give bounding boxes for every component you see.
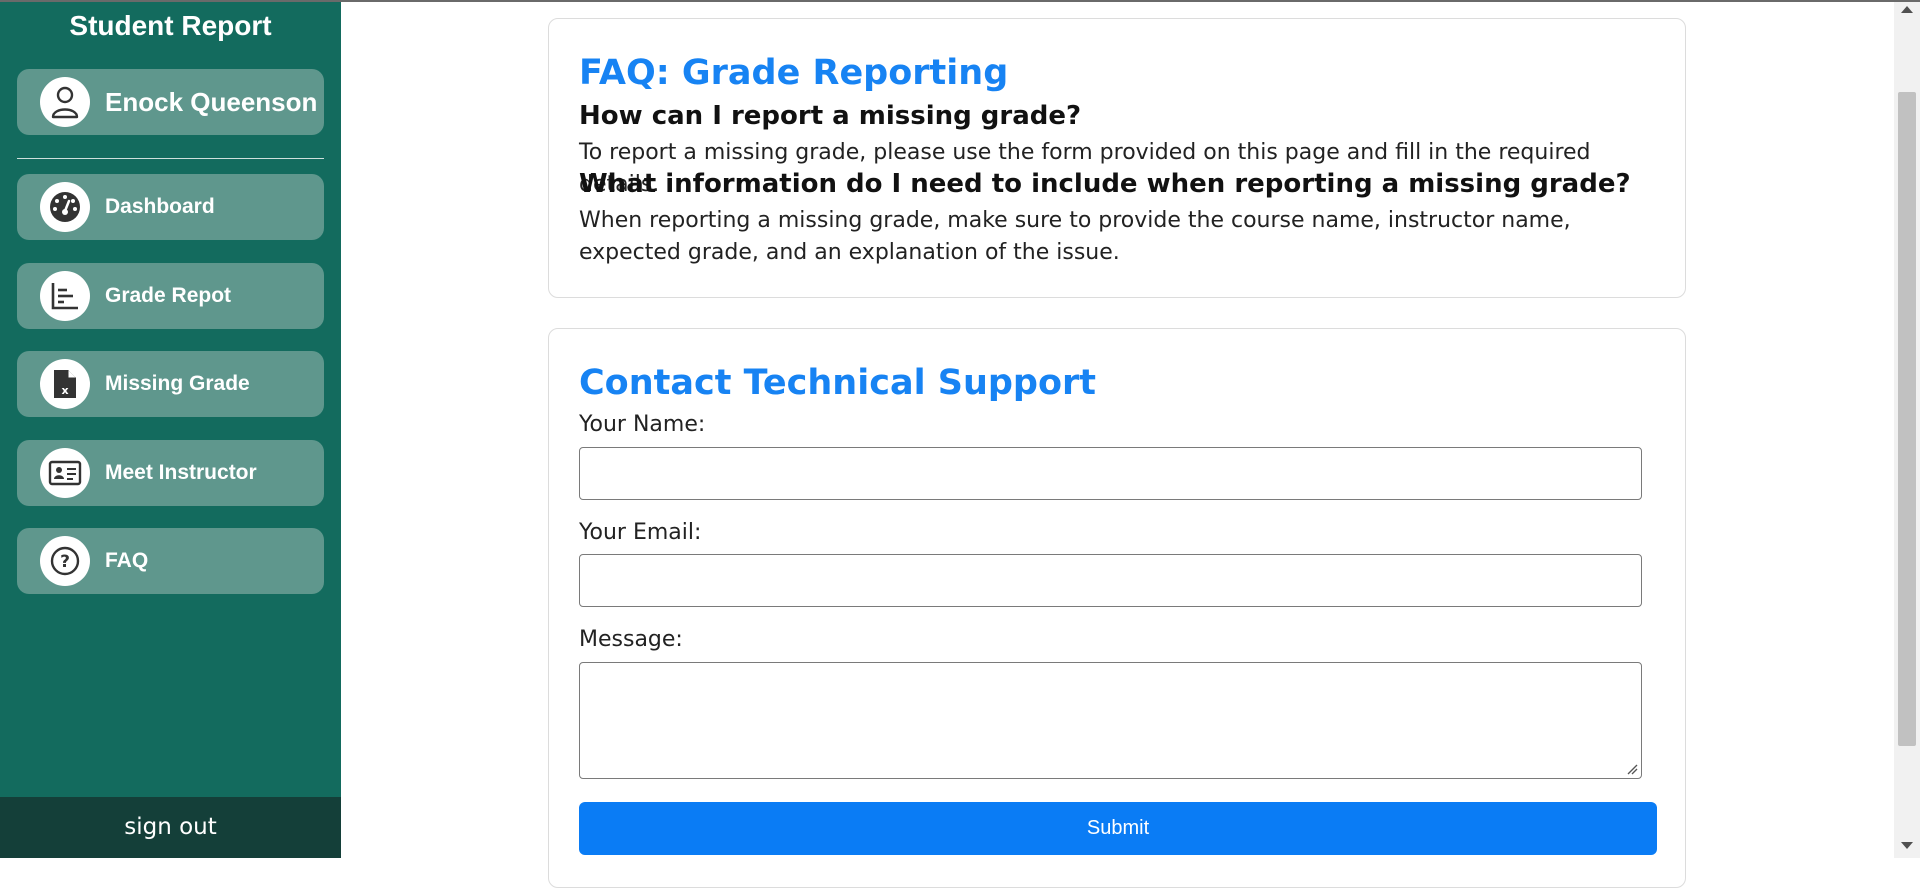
scrollbar-thumb[interactable] bbox=[1898, 92, 1916, 746]
sidebar-item-label: Missing Grade bbox=[105, 372, 250, 395]
svg-text:?: ? bbox=[60, 552, 70, 572]
window-top-border bbox=[0, 0, 1920, 2]
sidebar-item-meet-instructor[interactable]: Meet Instructor bbox=[17, 440, 324, 506]
sidebar-item-missing-grade[interactable]: x Missing Grade bbox=[17, 351, 324, 417]
name-field[interactable] bbox=[579, 447, 1642, 500]
message-textarea[interactable] bbox=[579, 662, 1642, 779]
support-title: Contact Technical Support bbox=[579, 363, 1097, 403]
scroll-down-arrow-icon[interactable] bbox=[1901, 842, 1913, 849]
submit-button[interactable]: Submit bbox=[579, 802, 1657, 855]
faq-title: FAQ: Grade Reporting bbox=[579, 53, 1009, 93]
faq-card: FAQ: Grade Reporting How can I report a … bbox=[548, 18, 1686, 298]
app-title: Student Report bbox=[69, 10, 272, 41]
vertical-scrollbar[interactable] bbox=[1894, 0, 1920, 858]
sidebar-item-dashboard[interactable]: Dashboard bbox=[17, 174, 324, 240]
sidebar: Student Report Enock Queenson Dashboard bbox=[0, 0, 341, 858]
support-form-card: Contact Technical Support Your Name: You… bbox=[548, 328, 1686, 888]
dashboard-gauge-icon bbox=[40, 182, 90, 232]
file-x-icon: x bbox=[40, 359, 90, 409]
user-name: Enock Queenson bbox=[105, 87, 318, 117]
sidebar-item-faq[interactable]: ? FAQ bbox=[17, 528, 324, 594]
email-label: Your Email: bbox=[579, 520, 702, 545]
faq-question: How can I report a missing grade? bbox=[579, 101, 1082, 131]
bar-chart-icon bbox=[40, 271, 90, 321]
id-card-icon bbox=[40, 448, 90, 498]
sidebar-item-grade-report[interactable]: Grade Repot bbox=[17, 263, 324, 329]
name-label: Your Name: bbox=[579, 412, 706, 437]
question-circle-icon: ? bbox=[40, 536, 90, 586]
sidebar-item-label: Meet Instructor bbox=[105, 461, 257, 484]
message-label: Message: bbox=[579, 627, 683, 652]
scroll-up-arrow-icon[interactable] bbox=[1901, 6, 1913, 13]
sign-out-link[interactable]: sign out bbox=[0, 797, 341, 858]
user-avatar-icon bbox=[40, 77, 90, 127]
email-field[interactable] bbox=[579, 554, 1642, 607]
svg-text:x: x bbox=[61, 384, 68, 397]
sidebar-item-label: FAQ bbox=[105, 549, 149, 572]
sidebar-divider bbox=[17, 158, 324, 159]
faq-answer: When reporting a missing grade, make sur… bbox=[579, 208, 1571, 265]
faq-question: What information do I need to include wh… bbox=[579, 169, 1631, 199]
sidebar-item-label: Dashboard bbox=[105, 195, 215, 218]
user-profile-card[interactable]: Enock Queenson bbox=[17, 69, 324, 135]
sidebar-item-label: Grade Repot bbox=[105, 284, 232, 307]
resize-grip-icon[interactable] bbox=[1626, 763, 1638, 775]
signout-bar: sign out bbox=[0, 797, 341, 858]
